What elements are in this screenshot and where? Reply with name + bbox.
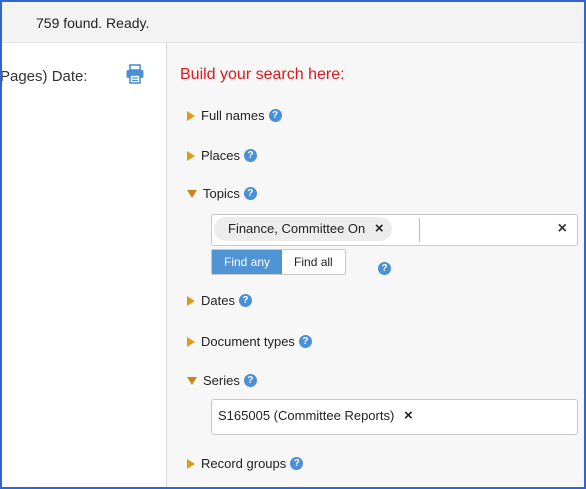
search-builder-title: Build your search here: [180, 66, 345, 83]
chip-label: S165005 (Committee Reports) [218, 408, 395, 423]
section-label: Record groups [201, 456, 287, 471]
expand-arrow-icon [187, 458, 195, 469]
topic-chip: Finance, Committee On × [214, 217, 392, 241]
remove-chip-icon[interactable]: × [404, 404, 413, 428]
clear-field-icon[interactable]: × [558, 220, 567, 238]
help-icon[interactable]: ? [298, 335, 312, 348]
help-icon[interactable]: ? [290, 457, 304, 470]
status-bar: 759 found. Ready. [2, 2, 584, 43]
section-series[interactable]: Series ? [187, 373, 257, 388]
expand-arrow-icon [187, 110, 195, 121]
section-full-names[interactable]: Full names ? [187, 108, 282, 123]
expand-arrow-icon [187, 336, 195, 347]
help-icon[interactable]: ? [268, 109, 282, 122]
search-builder-panel: Build your search here: Full names ? Pla… [167, 43, 584, 487]
help-icon[interactable]: ? [238, 294, 252, 307]
help-icon[interactable]: ? [243, 374, 257, 387]
section-label: Document types [201, 334, 295, 349]
series-tag-field[interactable]: S165005 (Committee Reports) × [211, 399, 578, 435]
series-chip: S165005 (Committee Reports) × [214, 404, 421, 428]
chip-label: Finance, Committee On [228, 221, 366, 236]
section-places[interactable]: Places ? [187, 148, 258, 163]
topics-tag-field[interactable]: Finance, Committee On × × [211, 214, 578, 246]
section-label: Full names [201, 108, 265, 123]
status-text: 759 found. Ready. [36, 15, 150, 31]
collapse-arrow-icon [187, 189, 197, 198]
collapse-arrow-icon [187, 376, 197, 385]
help-icon[interactable]: ? [244, 149, 258, 162]
printer-icon[interactable] [125, 64, 145, 84]
section-record-groups[interactable]: Record groups ? [187, 456, 304, 471]
section-label: Places [201, 148, 241, 163]
section-label: Dates [201, 293, 235, 308]
topics-input[interactable] [419, 218, 568, 242]
remove-chip-icon[interactable]: × [375, 217, 384, 241]
results-panel: (Pages) Date: [2, 43, 167, 487]
pages-date-label: (Pages) Date: [2, 68, 88, 85]
section-label: Topics [203, 186, 240, 201]
section-topics[interactable]: Topics ? [187, 186, 257, 201]
help-icon[interactable]: ? [243, 187, 257, 200]
expand-arrow-icon [187, 150, 195, 161]
find-any-button[interactable]: Find any [212, 250, 283, 274]
expand-arrow-icon [187, 295, 195, 306]
find-all-button[interactable]: Find all [282, 250, 345, 274]
section-dates[interactable]: Dates ? [187, 293, 252, 308]
section-label: Series [203, 373, 240, 388]
help-icon[interactable]: ? [378, 262, 391, 275]
match-mode-toggle: Find any Find all [211, 249, 346, 275]
section-document-types[interactable]: Document types ? [187, 334, 312, 349]
app-frame: 759 found. Ready. (Pages) Date: Build yo… [0, 0, 586, 489]
